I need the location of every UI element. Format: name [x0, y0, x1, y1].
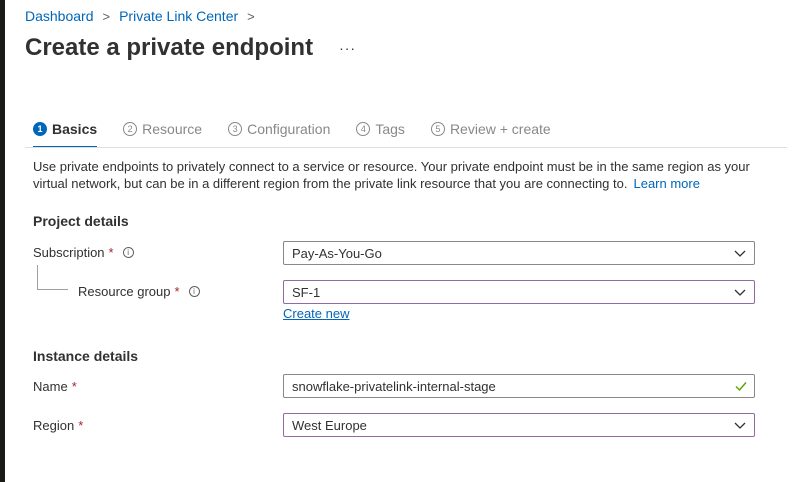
checkmark-icon	[735, 382, 747, 392]
breadcrumb-separator-icon: >	[247, 8, 255, 24]
tab-resource[interactable]: 2 Resource	[123, 118, 202, 140]
instance-details-heading: Instance details	[33, 348, 139, 364]
tree-connector-line	[37, 289, 68, 290]
tab-basics[interactable]: 1 Basics	[33, 118, 98, 148]
info-icon[interactable]: i	[188, 286, 200, 297]
resource-group-value: SF-1	[292, 284, 321, 300]
step-number-icon: 4	[356, 122, 371, 136]
chevron-down-icon	[734, 422, 746, 429]
chevron-down-icon	[734, 289, 746, 296]
project-details-heading: Project details	[33, 213, 129, 229]
subscription-select[interactable]: Pay-As-You-Go	[283, 241, 755, 265]
name-value: snowflake-privatelink-internal-stage	[292, 378, 496, 394]
breadcrumb: Dashboard > Private Link Center >	[25, 8, 264, 24]
name-label: Name *	[33, 379, 77, 394]
create-new-link[interactable]: Create new	[283, 306, 349, 321]
required-marker: *	[174, 284, 180, 299]
tab-label: Basics	[52, 121, 98, 137]
subscription-label-text: Subscription	[33, 245, 105, 260]
tab-tags[interactable]: 4 Tags	[356, 118, 405, 140]
required-marker: *	[71, 379, 77, 394]
required-marker: *	[108, 245, 114, 260]
resource-group-label: Resource group * i	[78, 284, 200, 299]
step-number-icon: 3	[228, 122, 243, 136]
tab-label: Tags	[375, 121, 405, 137]
more-options-icon[interactable]: ···	[339, 40, 356, 56]
left-edge-border	[0, 0, 5, 482]
region-select[interactable]: West Europe	[283, 413, 755, 437]
tab-label: Configuration	[247, 121, 331, 137]
resource-group-select[interactable]: SF-1	[283, 280, 755, 304]
tabs-divider	[25, 147, 787, 148]
resource-group-label-text: Resource group	[78, 284, 171, 299]
page-title: Create a private endpoint	[25, 34, 314, 61]
name-label-text: Name	[33, 379, 68, 394]
name-input[interactable]: snowflake-privatelink-internal-stage	[283, 374, 755, 398]
step-number-icon: 1	[33, 122, 47, 136]
tree-connector-line	[37, 265, 38, 289]
step-number-icon: 2	[123, 122, 138, 136]
tab-configuration[interactable]: 3 Configuration	[228, 118, 330, 140]
chevron-down-icon	[734, 250, 746, 257]
tab-label: Resource	[142, 121, 203, 137]
region-value: West Europe	[292, 417, 367, 433]
step-number-icon: 5	[430, 122, 445, 136]
title-row: Create a private endpoint ···	[25, 34, 356, 62]
tab-label: Review + create	[449, 121, 551, 137]
subscription-label: Subscription * i	[33, 245, 134, 260]
intro-text: Use private endpoints to privately conne…	[33, 158, 773, 192]
tab-review-create[interactable]: 5 Review + create	[430, 118, 551, 140]
subscription-value: Pay-As-You-Go	[292, 245, 382, 261]
wizard-tabs: 1 Basics 2 Resource 3 Configuration 4 Ta…	[33, 118, 577, 148]
learn-more-link[interactable]: Learn more	[633, 176, 699, 191]
breadcrumb-dashboard[interactable]: Dashboard	[25, 8, 94, 24]
region-label-text: Region	[33, 418, 75, 433]
region-label: Region *	[33, 418, 83, 433]
breadcrumb-private-link-center[interactable]: Private Link Center	[119, 8, 238, 24]
breadcrumb-separator-icon: >	[102, 8, 111, 24]
required-marker: *	[78, 418, 84, 433]
info-icon[interactable]: i	[122, 247, 134, 258]
